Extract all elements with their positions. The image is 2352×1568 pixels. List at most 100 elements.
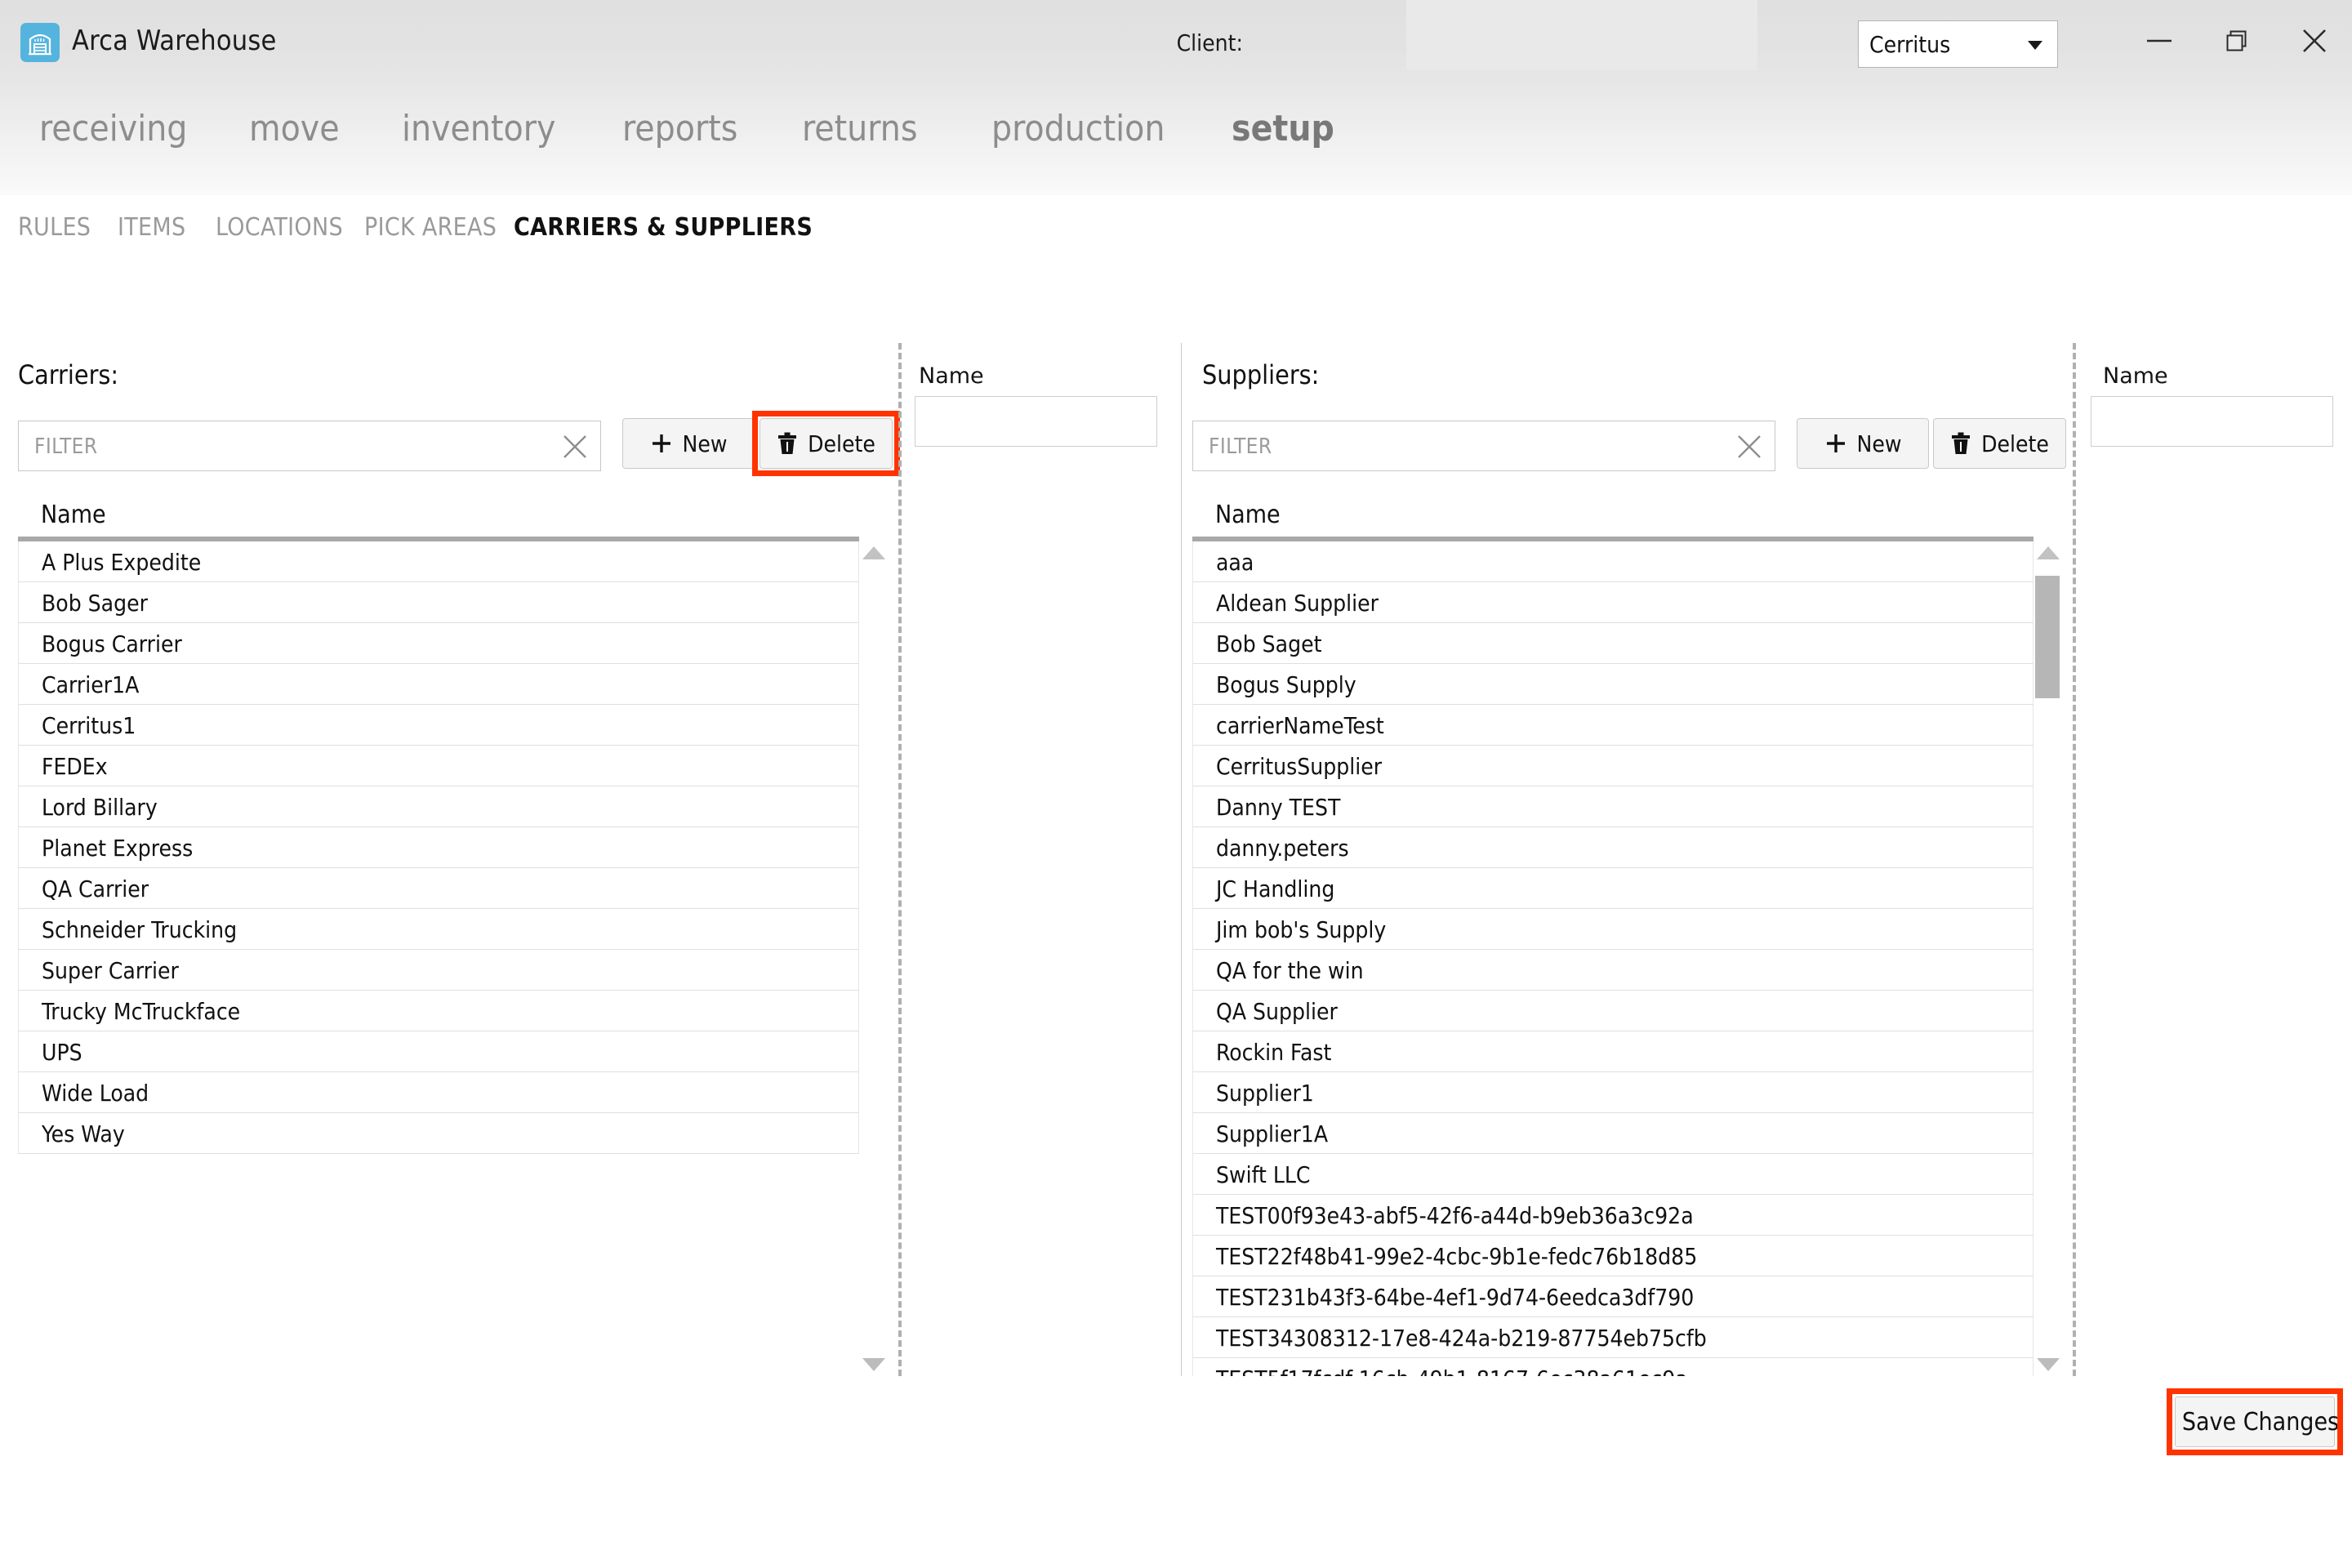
carrier-row[interactable]: Trucky McTruckface xyxy=(18,991,859,1031)
carrier-row[interactable]: Planet Express xyxy=(18,827,859,868)
carrier-row-label: Carrier1A xyxy=(42,671,140,698)
suppliers-column-name: Name xyxy=(1215,501,1281,529)
supplier-detail-name-input[interactable] xyxy=(2091,396,2333,447)
carrier-row[interactable]: Cerritus1 xyxy=(18,705,859,746)
carrier-row[interactable]: FEDEx xyxy=(18,746,859,786)
supplier-row[interactable]: Jim bob's Supply xyxy=(1192,909,2034,950)
carriers-delete-button[interactable]: Delete xyxy=(760,418,893,469)
carrier-row[interactable]: UPS xyxy=(18,1031,859,1072)
divider-carriers-detail xyxy=(898,343,902,1376)
scroll-down-arrow[interactable] xyxy=(862,1358,885,1371)
scroll-down-arrow[interactable] xyxy=(2037,1358,2060,1371)
suppliers-scrollbar-thumb[interactable] xyxy=(2035,576,2060,698)
supplier-row-label: JC Handling xyxy=(1216,875,1335,902)
carrier-row[interactable]: Schneider Trucking xyxy=(18,909,859,950)
supplier-row[interactable]: danny.peters xyxy=(1192,827,2034,868)
carriers-filter-input[interactable]: FILTER xyxy=(18,421,601,471)
tab-locations[interactable]: LOCATIONS xyxy=(216,213,343,242)
carrier-row-label: Bogus Carrier xyxy=(42,630,182,657)
nav-item-setup[interactable]: setup xyxy=(1232,108,1334,149)
carrier-row-label: UPS xyxy=(42,1039,82,1066)
supplier-row[interactable]: Rockin Fast xyxy=(1192,1031,2034,1072)
supplier-row[interactable]: Supplier1A xyxy=(1192,1113,2034,1154)
suppliers-rows: aaa Aldean Supplier Bob Saget Bogus Supply c… xyxy=(1192,541,2034,1376)
nav-item-inventory[interactable]: inventory xyxy=(402,108,555,149)
clear-x-icon[interactable] xyxy=(561,433,589,461)
carrier-row[interactable]: Lord Billary xyxy=(18,786,859,827)
supplier-row-label: Bogus Supply xyxy=(1216,671,1356,698)
supplier-row[interactable]: Bogus Supply xyxy=(1192,664,2034,705)
maximize-icon[interactable] xyxy=(2211,18,2263,64)
client-dropdown[interactable]: Cerritus xyxy=(1858,20,2058,68)
carrier-row[interactable]: Carrier1A xyxy=(18,664,859,705)
supplier-row[interactable]: CerritusSupplier xyxy=(1192,746,2034,786)
carrier-row-label: QA Carrier xyxy=(42,875,149,902)
suppliers-scrollbar[interactable] xyxy=(2034,541,2063,1376)
carrier-row[interactable]: Bogus Carrier xyxy=(18,623,859,664)
supplier-row-label: Aldean Supplier xyxy=(1216,590,1379,617)
supplier-row-label: Danny TEST xyxy=(1216,794,1341,821)
suppliers-filter-input[interactable]: FILTER xyxy=(1192,421,1775,471)
carriers-new-button[interactable]: New xyxy=(622,418,755,469)
supplier-row[interactable]: Swift LLC xyxy=(1192,1154,2034,1195)
nav-item-returns[interactable]: returns xyxy=(802,108,917,149)
scroll-up-arrow[interactable] xyxy=(862,546,885,559)
supplier-row[interactable]: JC Handling xyxy=(1192,868,2034,909)
supplier-row[interactable]: TEST231b43f3-64be-4ef1-9d74-6eedca3df790 xyxy=(1192,1276,2034,1317)
nav-item-move[interactable]: move xyxy=(249,108,340,149)
nav-item-production[interactable]: production xyxy=(991,108,1165,149)
carriers-title: Carriers: xyxy=(18,359,119,390)
carrier-row[interactable]: Super Carrier xyxy=(18,950,859,991)
supplier-row[interactable]: QA Supplier xyxy=(1192,991,2034,1031)
suppliers-delete-label: Delete xyxy=(1981,430,2049,457)
supplier-row[interactable]: Aldean Supplier xyxy=(1192,582,2034,623)
nav-item-reports[interactable]: reports xyxy=(622,108,737,149)
suppliers-new-button[interactable]: New xyxy=(1797,418,1929,469)
supplier-row[interactable]: TEST5f17fcdf-16cb-49b1-8167-6ec38a61ec9a xyxy=(1192,1358,2034,1376)
tab-items[interactable]: ITEMS xyxy=(118,213,185,242)
carriers-scrollbar[interactable] xyxy=(859,541,889,1376)
save-changes-button[interactable]: Save Changes xyxy=(2175,1396,2339,1447)
carrier-row-label: Schneider Trucking xyxy=(42,916,238,943)
minimize-icon[interactable] xyxy=(2133,18,2185,64)
carrier-row[interactable]: Wide Load xyxy=(18,1072,859,1113)
carrier-row-label: Bob Sager xyxy=(42,590,148,617)
main-navigation: receiving move inventory reports returns… xyxy=(0,85,2352,195)
supplier-row[interactable]: aaa xyxy=(1192,541,2034,582)
carrier-detail-name-label: Name xyxy=(919,363,984,389)
carrier-row-label: Planet Express xyxy=(42,835,194,862)
supplier-row[interactable]: carrierNameTest xyxy=(1192,705,2034,746)
tab-rules[interactable]: RULES xyxy=(18,213,91,242)
carriers-list-header: Name xyxy=(18,494,859,541)
close-icon[interactable] xyxy=(2288,18,2341,64)
carrier-row[interactable]: Bob Sager xyxy=(18,582,859,623)
carriers-new-label: New xyxy=(682,430,728,457)
supplier-row-label: QA Supplier xyxy=(1216,998,1338,1025)
suppliers-new-label: New xyxy=(1856,430,1902,457)
tab-pick-areas[interactable]: PICK AREAS xyxy=(364,213,497,242)
supplier-row[interactable]: TEST00f93e43-abf5-42f6-a44d-b9eb36a3c92a xyxy=(1192,1195,2034,1236)
carrier-row[interactable]: Yes Way xyxy=(18,1113,859,1154)
scroll-up-arrow[interactable] xyxy=(2037,546,2060,559)
carrier-detail-name-input[interactable] xyxy=(915,396,1157,447)
supplier-row[interactable]: TEST22f48b41-99e2-4cbc-9b1e-fedc76b18d85 xyxy=(1192,1236,2034,1276)
supplier-row-label: Supplier1A xyxy=(1216,1120,1329,1147)
title-bar-notch xyxy=(1406,0,1757,70)
clear-x-icon[interactable] xyxy=(1735,433,1763,461)
supplier-row[interactable]: Supplier1 xyxy=(1192,1072,2034,1113)
supplier-row[interactable]: Danny TEST xyxy=(1192,786,2034,827)
supplier-row[interactable]: QA for the win xyxy=(1192,950,2034,991)
carrier-row-label: Super Carrier xyxy=(42,957,179,984)
tab-carriers-suppliers[interactable]: CARRIERS & SUPPLIERS xyxy=(514,213,813,242)
nav-item-receiving[interactable]: receiving xyxy=(39,108,187,149)
trash-icon xyxy=(778,432,797,454)
supplier-row[interactable]: Bob Saget xyxy=(1192,623,2034,664)
supplier-row[interactable]: TEST34308312-17e8-424a-b219-87754eb75cfb xyxy=(1192,1317,2034,1358)
carrier-row[interactable]: A Plus Expedite xyxy=(18,541,859,582)
supplier-row-label: TEST5f17fcdf-16cb-49b1-8167-6ec38a61ec9a xyxy=(1216,1365,1688,1376)
supplier-detail-name-label: Name xyxy=(2103,363,2168,389)
carrier-row[interactable]: QA Carrier xyxy=(18,868,859,909)
warehouse-icon xyxy=(20,23,60,62)
suppliers-delete-button[interactable]: Delete xyxy=(1933,418,2066,469)
supplier-row-label: Bob Saget xyxy=(1216,630,1322,657)
